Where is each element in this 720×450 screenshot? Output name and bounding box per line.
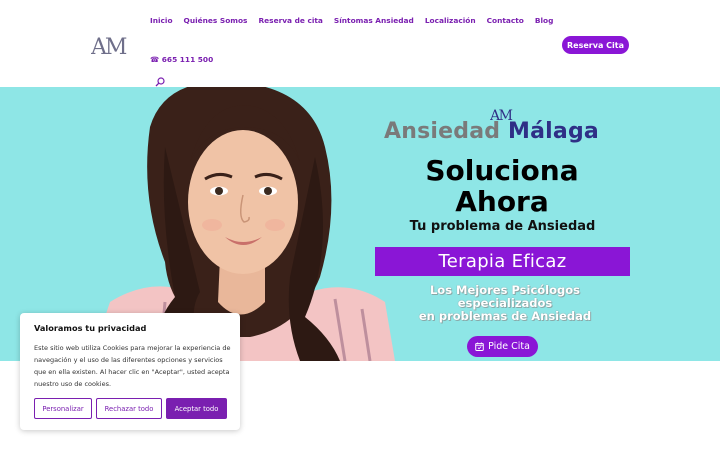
nav-item-localizacion[interactable]: Localización [425, 16, 476, 25]
therapy-banner: Terapia Eficaz [375, 247, 630, 276]
cookie-description: Este sitio web utiliza Cookies para mejo… [34, 344, 231, 388]
svg-text:AM: AM [91, 35, 127, 57]
brand-title: Ansiedad Málaga [384, 119, 599, 144]
nav-item-contacto[interactable]: Contacto [487, 16, 524, 25]
nav-item-inicio[interactable]: Inicio [150, 16, 173, 25]
phone-link[interactable]: ☎ 665 111 500 [150, 55, 213, 64]
cookie-customize-button[interactable]: Personalizar [34, 398, 92, 419]
request-appointment-button[interactable]: Pide Cita [467, 336, 538, 357]
cookie-title: Valoramos tu privacidad [34, 323, 147, 333]
cookie-accept-all-button[interactable]: Aceptar todo [166, 398, 227, 419]
nav-item-reserva-de-cita[interactable]: Reserva de cita [258, 16, 322, 25]
hero-subheadline: Tu problema de Ansiedad [409, 219, 596, 234]
main-nav: Inicio Quiénes Somos Reserva de cita Sín… [150, 16, 564, 25]
request-appointment-label: Pide Cita [488, 341, 530, 352]
cookie-reject-all-button[interactable]: Rechazar todo [96, 398, 162, 419]
nav-item-quienes-somos[interactable]: Quiénes Somos [184, 16, 248, 25]
search-icon[interactable] [155, 77, 165, 87]
cookie-consent-dialog: Valoramos tu privacidad Este sitio web u… [20, 313, 240, 430]
hero-description: Los Mejores Psicólogos especializados en… [390, 284, 620, 323]
calendar-check-icon [475, 342, 484, 351]
brand-word-malaga: Málaga [508, 119, 599, 144]
site-header: AM Inicio Quiénes Somos Reserva de cita … [0, 0, 720, 87]
nav-item-blog[interactable]: Blog [535, 16, 554, 25]
reserve-appointment-button[interactable]: Reserva Cita [562, 36, 629, 54]
logo[interactable]: AM [91, 33, 135, 57]
hero-description-line: en problemas de Ansiedad [418, 309, 592, 323]
hero-headline: Soluciona Ahora [425, 154, 579, 218]
brand-word-ansiedad: Ansiedad [384, 119, 501, 144]
nav-item-sintomas-ansiedad[interactable]: Síntomas Ansiedad [334, 16, 414, 25]
